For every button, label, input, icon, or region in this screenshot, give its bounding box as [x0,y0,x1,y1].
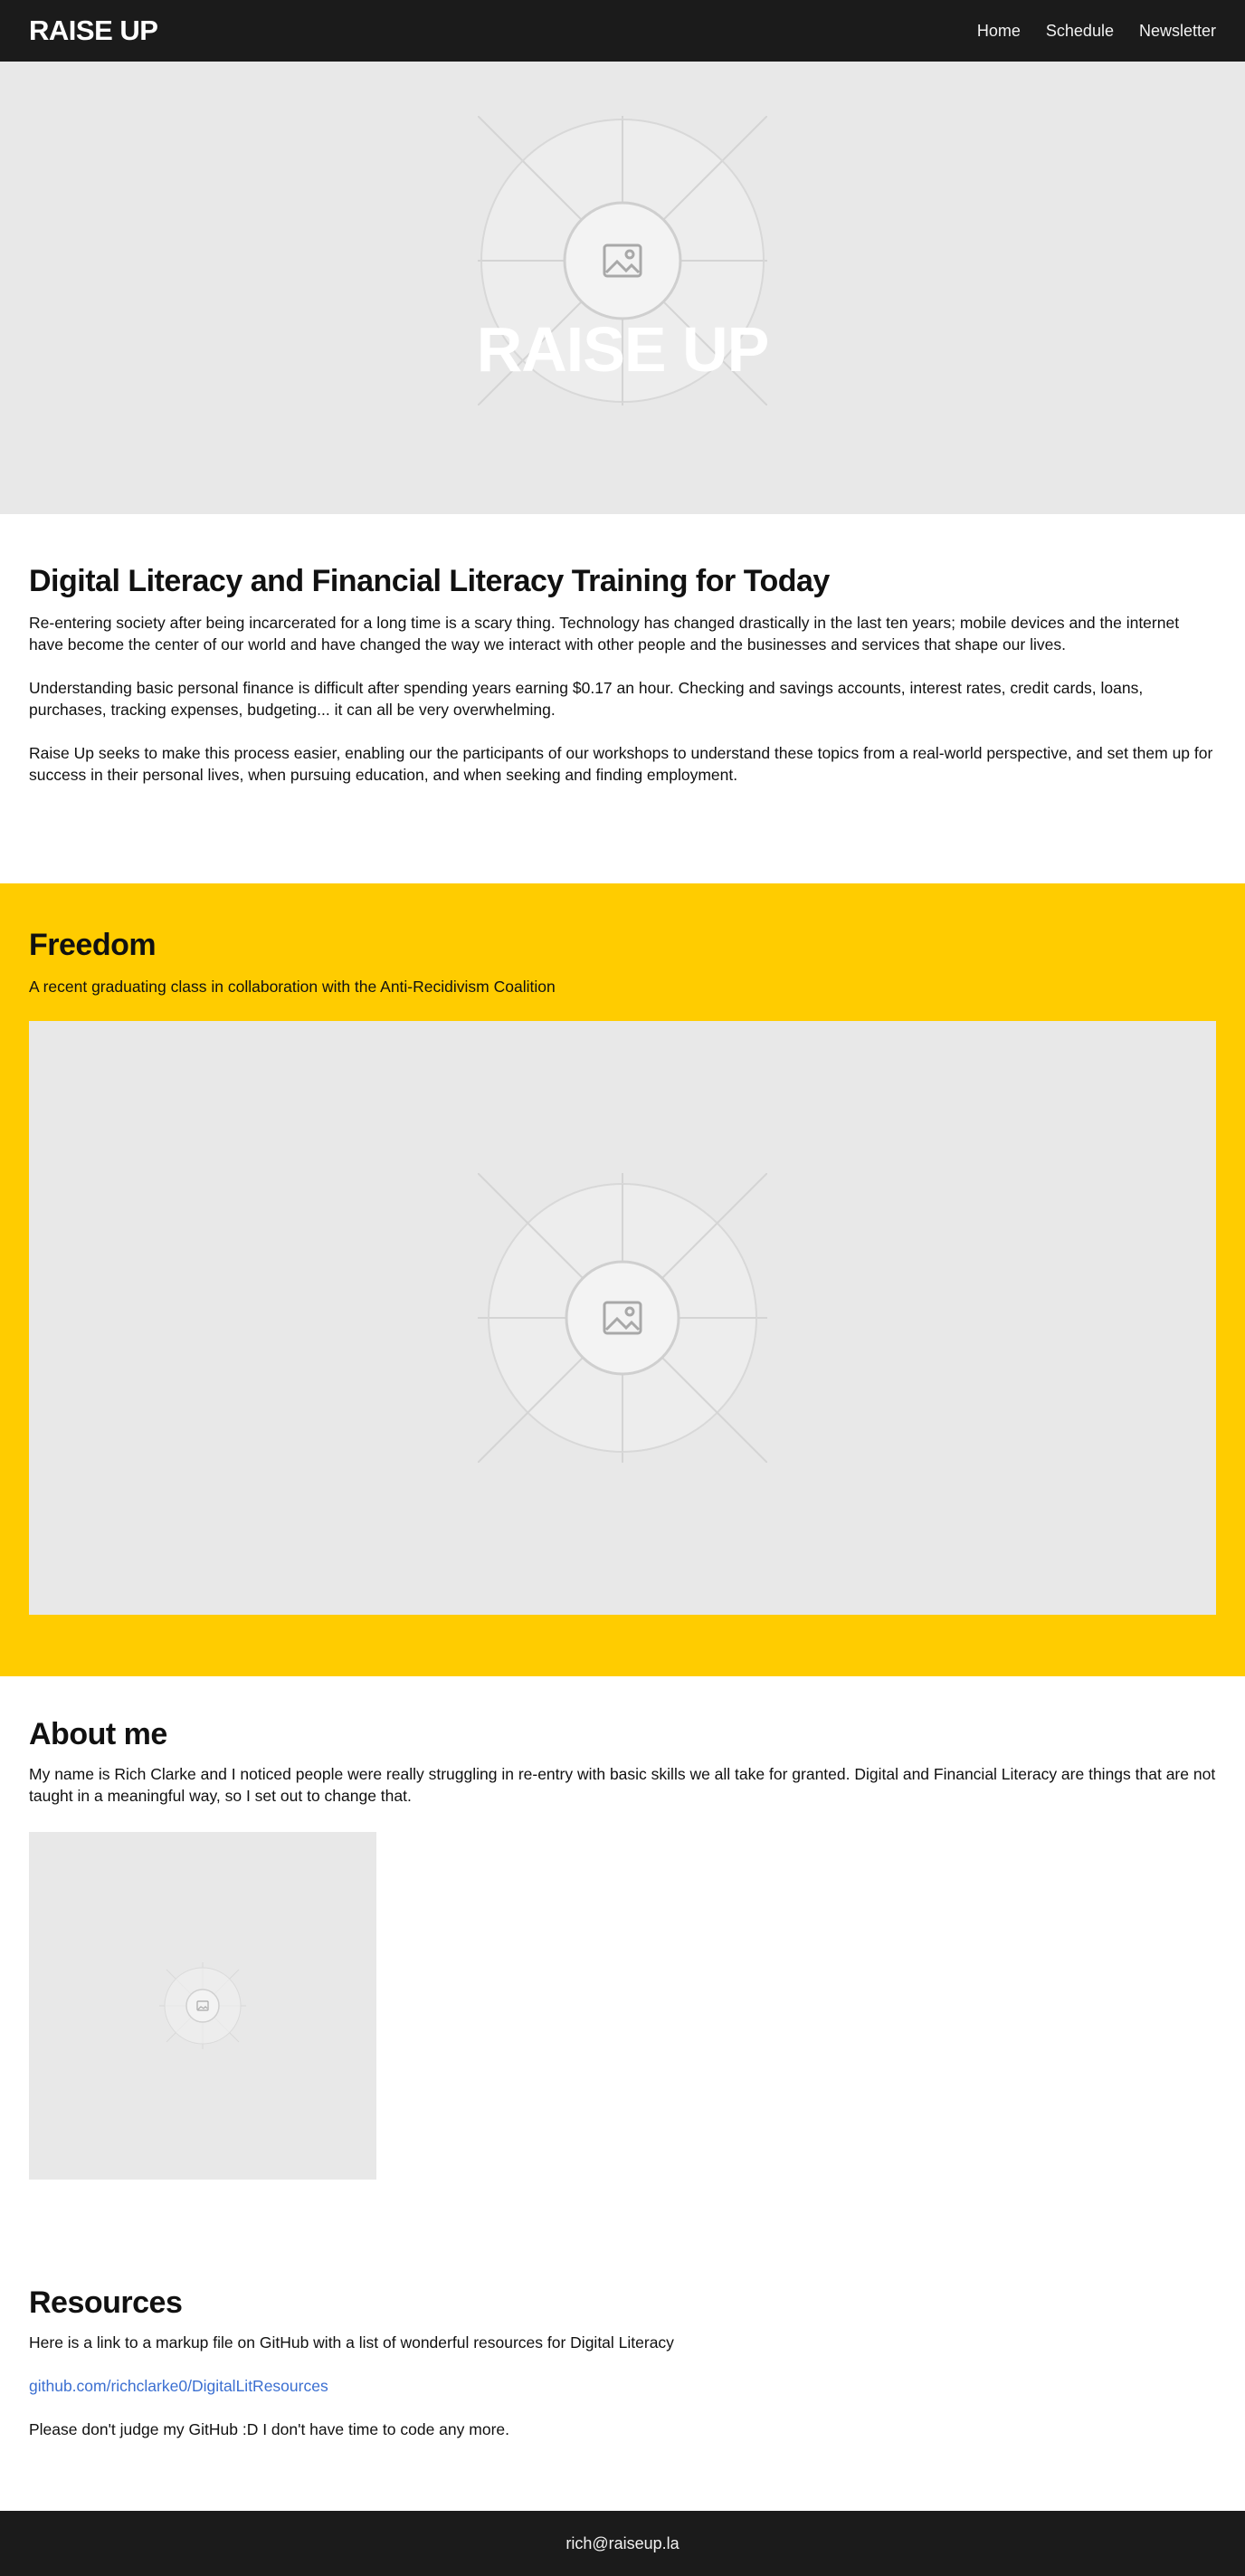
intro-section: Digital Literacy and Financial Literacy … [0,514,1245,883]
site-footer: rich@raiseup.la [0,2511,1245,2576]
hero-banner: RAISE UP [0,62,1245,514]
resources-link-container: github.com/richclarke0/DigitalLitResourc… [29,2375,1216,2397]
resources-heading: Resources [29,2285,183,2320]
image-placeholder-icon [478,1173,767,1463]
image-placeholder-icon [159,1962,246,2049]
github-resources-link[interactable]: github.com/richclarke0/DigitalLitResourc… [29,2377,328,2395]
freedom-caption: A recent graduating class in collaborati… [29,978,556,996]
intro-paragraph-1: Re-entering society after being incarcer… [29,614,1180,654]
nav-newsletter-link[interactable]: Newsletter [1139,22,1216,41]
portrait-photo [29,1832,376,2180]
freedom-section: Freedom A recent graduating class in col… [0,883,1245,1676]
footer-email[interactable]: rich@raiseup.la [565,2534,679,2553]
nav-home-link[interactable]: Home [977,22,1021,41]
resources-note: Please don't judge my GitHub :D I don't … [29,2420,509,2438]
intro-paragraph-2: Understanding basic personal finance is … [29,679,1144,719]
about-heading: About me [29,1717,167,1751]
graduating-class-photo [29,1021,1216,1615]
resources-section: Resources Here is a link to a markup fil… [0,2241,1245,2511]
about-section: About me My name is Rich Clarke and I no… [0,1676,1245,2241]
nav-schedule-link[interactable]: Schedule [1046,22,1114,41]
about-text: My name is Rich Clarke and I noticed peo… [29,1765,1216,1805]
photo-placeholder [478,1173,767,1463]
hero-title: RAISE UP [476,314,770,385]
intro-paragraph-3: Raise Up seeks to make this process easi… [29,744,1213,784]
site-logo[interactable]: RAISE UP [29,14,158,47]
site-header: RAISE UP Home Schedule Newsletter [0,0,1245,62]
intro-heading: Digital Literacy and Financial Literacy … [29,564,830,598]
freedom-heading: Freedom [29,928,157,962]
resources-intro: Here is a link to a markup file on GitHu… [29,2333,674,2352]
main-nav: Home Schedule Newsletter [977,22,1216,41]
photo-placeholder [159,1962,246,2049]
